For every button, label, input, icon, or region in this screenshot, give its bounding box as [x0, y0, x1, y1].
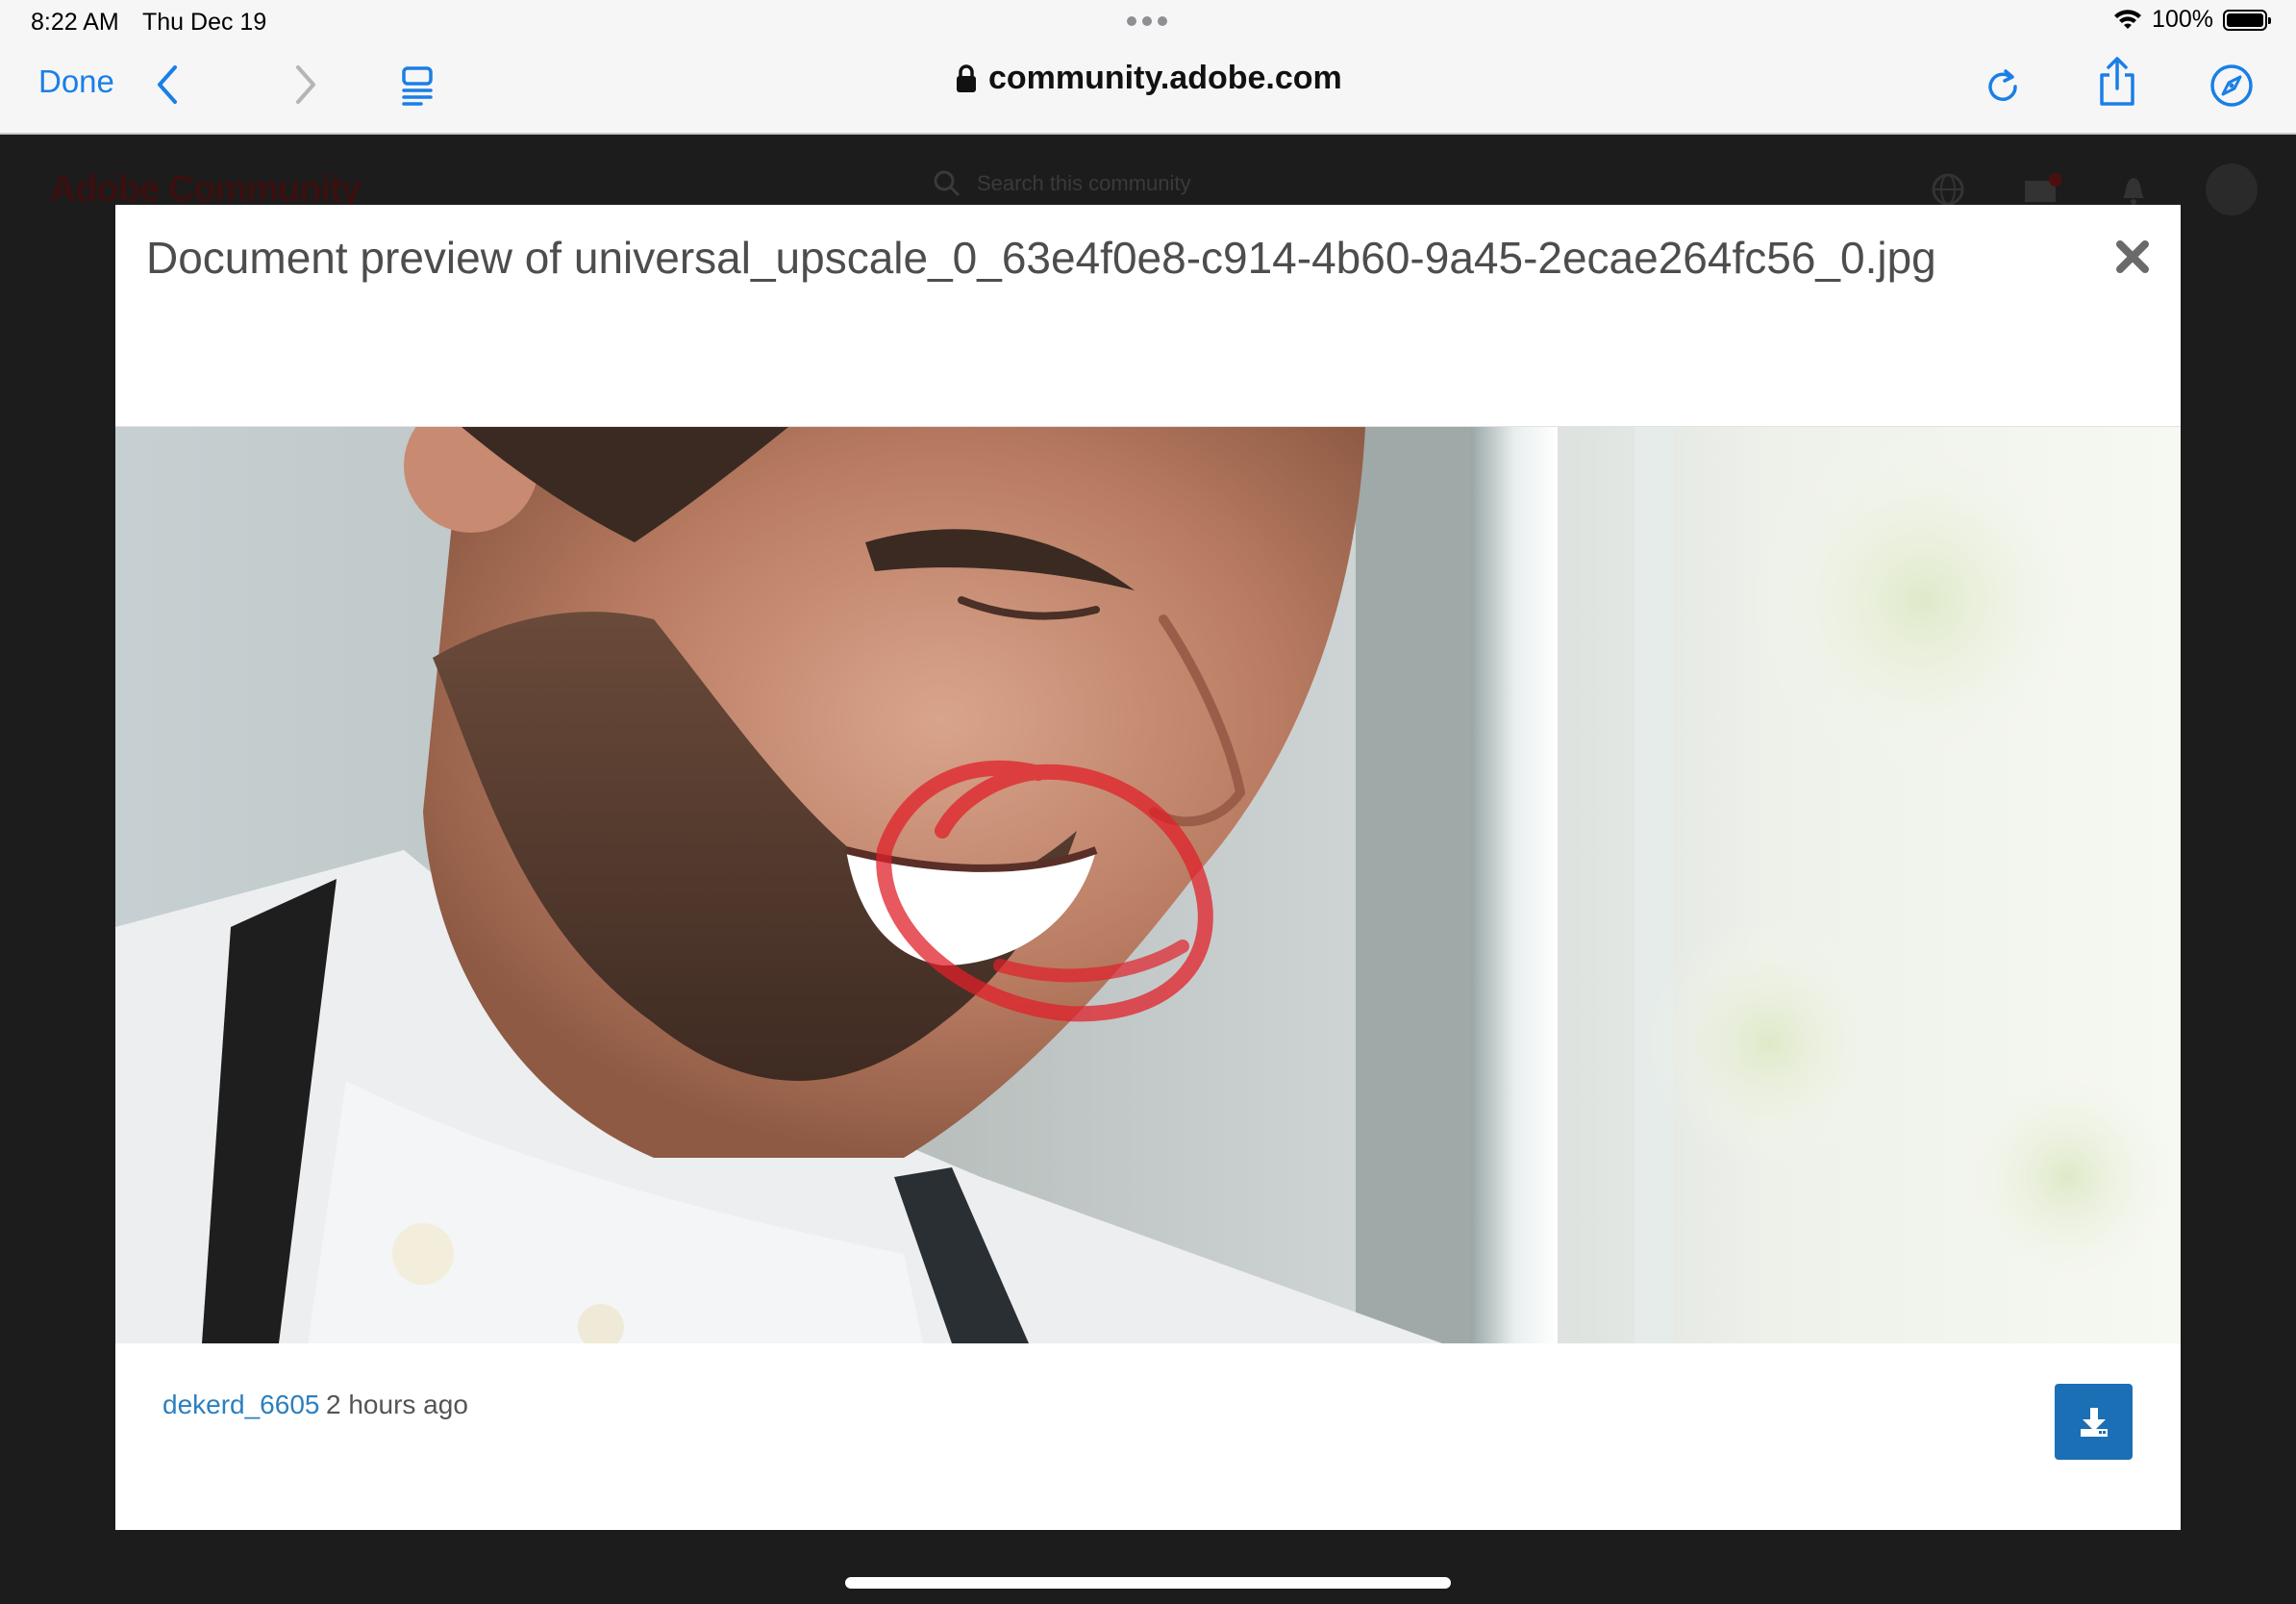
close-icon[interactable] [2113, 238, 2152, 276]
wifi-icon [2114, 9, 2142, 29]
battery-percent: 100% [2152, 6, 2213, 33]
status-date: Thu Dec 19 [142, 9, 267, 36]
author-link[interactable]: dekerd_6605 [162, 1390, 319, 1420]
status-indicators: 100% [2113, 6, 2271, 34]
multitasking-dots-icon[interactable] [1127, 16, 1167, 26]
search-icon [934, 170, 961, 196]
modal-title: Document preview of universal_upscale_0_… [146, 233, 1936, 283]
status-bar: 8:22 AM Thu Dec 19 100% [0, 0, 2296, 44]
messages-icon [2025, 173, 2061, 202]
lock-icon [957, 63, 976, 92]
battery-icon [2223, 9, 2271, 31]
download-icon [2080, 1407, 2108, 1437]
preview-image [115, 427, 2181, 1343]
background-search-placeholder: Search this community [977, 170, 1191, 195]
browser-toolbar: Done community.adobe.com [0, 44, 2296, 135]
forward-icon[interactable] [290, 63, 319, 106]
avatar [2206, 163, 2258, 215]
globe-icon [1932, 173, 1964, 206]
photo-illustration [115, 427, 2181, 1343]
back-icon[interactable] [154, 63, 183, 106]
done-button[interactable]: Done [38, 63, 114, 100]
share-icon[interactable] [2096, 56, 2138, 108]
modal-footer: dekerd_6605 2 hours ago [115, 1343, 2181, 1530]
bell-icon [2123, 178, 2144, 205]
modal-header: Document preview of universal_upscale_0_… [115, 205, 2181, 427]
download-button[interactable] [2055, 1384, 2133, 1460]
document-preview-modal: Document preview of universal_upscale_0_… [115, 205, 2181, 1530]
url-text: community.adobe.com [988, 60, 1342, 96]
status-time: 8:22 AM [31, 9, 119, 36]
address-bar[interactable]: community.adobe.com [956, 60, 1342, 97]
compass-icon[interactable] [2209, 63, 2254, 108]
background-search: Search this community [919, 160, 1486, 208]
home-indicator[interactable] [845, 1577, 1451, 1589]
reload-icon[interactable] [1984, 65, 2023, 106]
reader-icon[interactable] [400, 65, 435, 106]
post-time: 2 hours ago [326, 1390, 468, 1419]
